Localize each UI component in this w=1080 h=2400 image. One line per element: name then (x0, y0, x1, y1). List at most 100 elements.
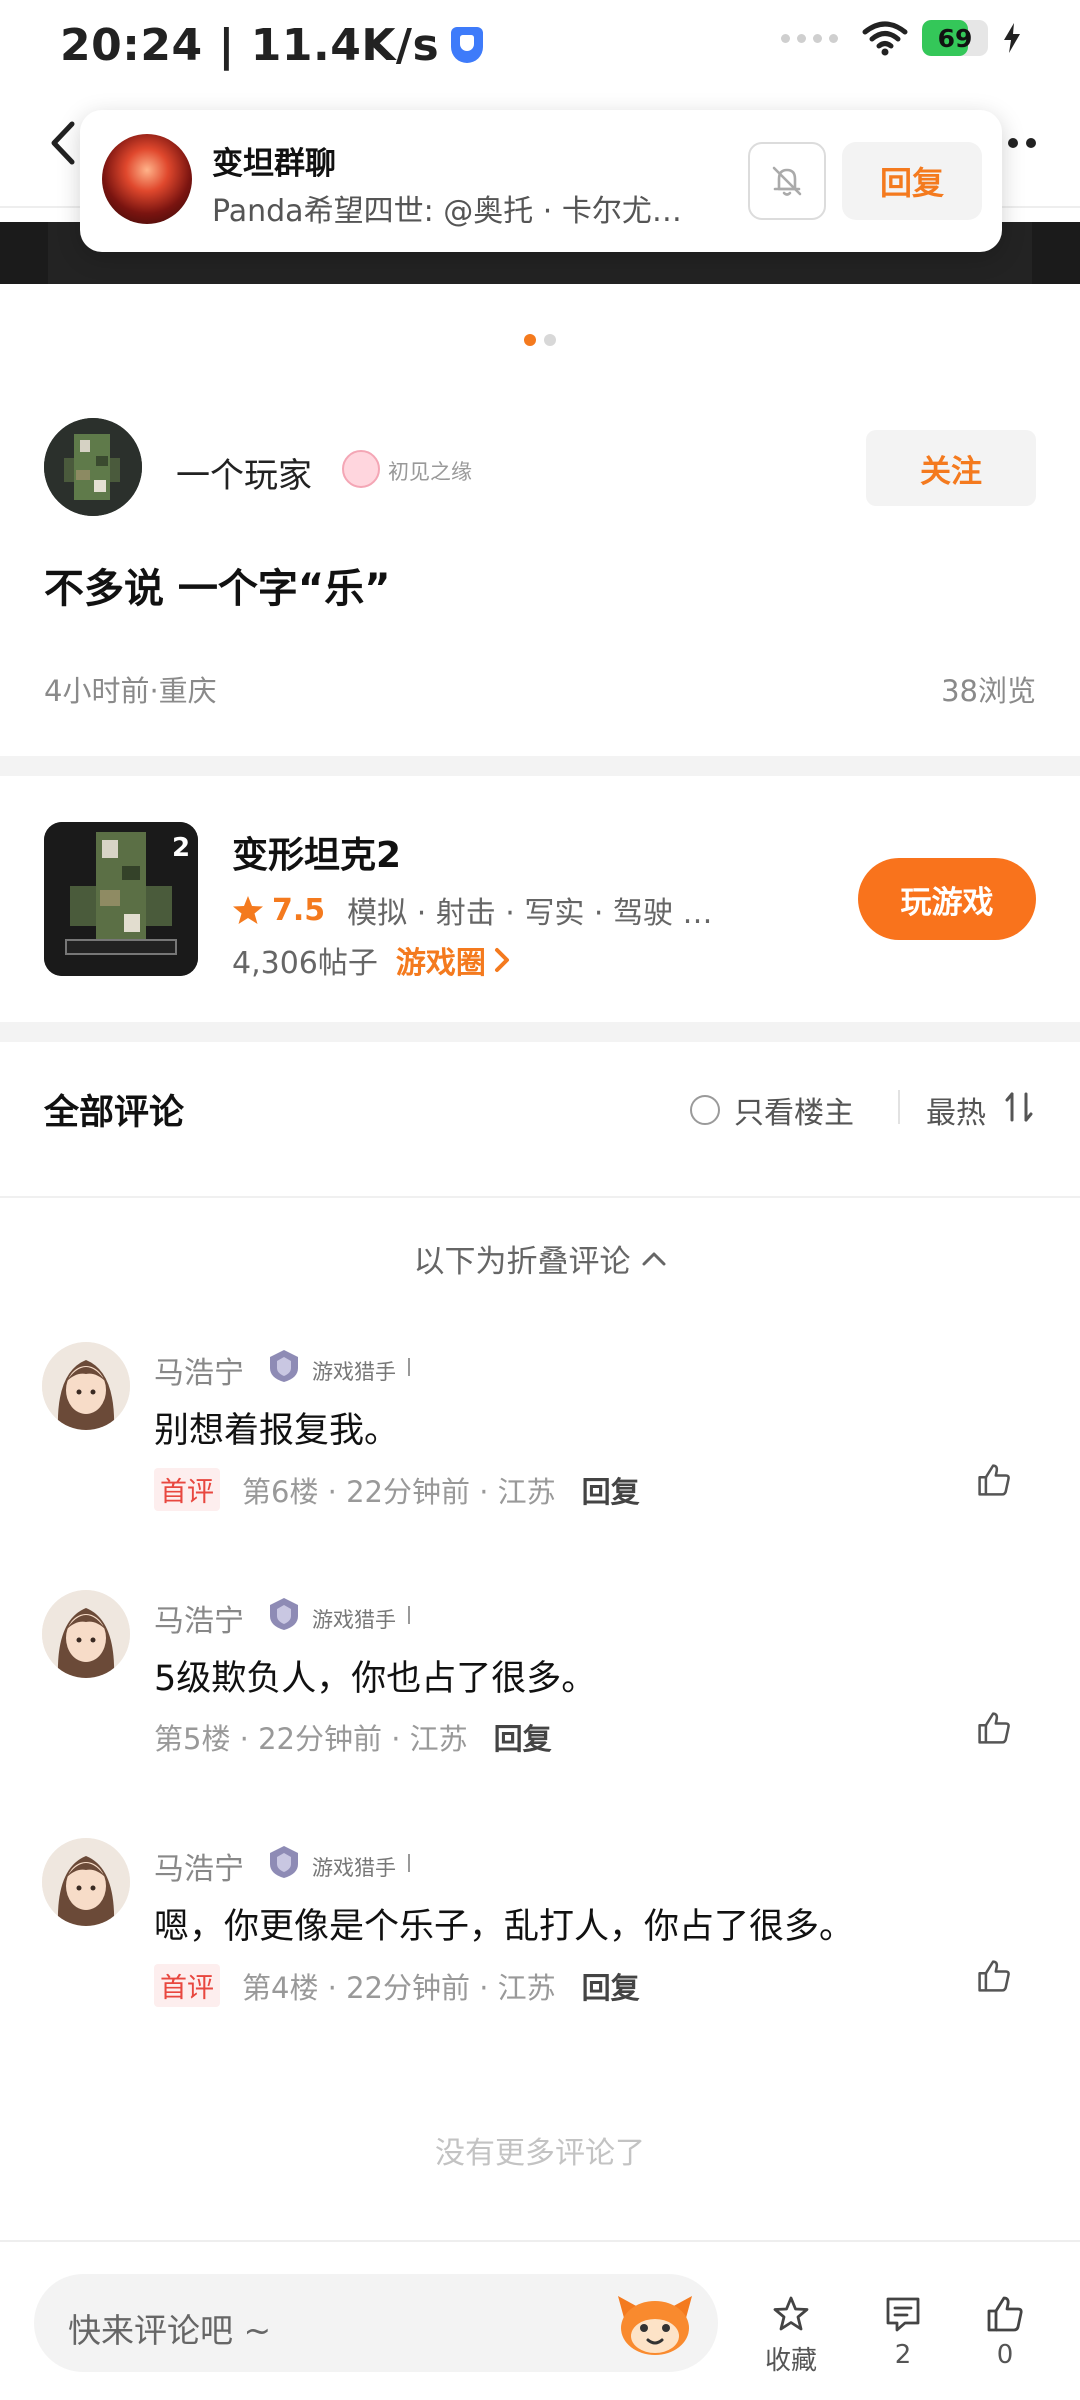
status-time: 20:24 | 11.4K/s (60, 19, 440, 71)
game-icon[interactable]: 2 (44, 822, 198, 976)
author-avatar[interactable] (44, 418, 142, 516)
back-arrow-icon[interactable] (44, 118, 84, 168)
only-op-toggle[interactable]: 只看楼主 (690, 1088, 854, 1132)
battery-level: 69 (937, 23, 973, 53)
wifi-icon (862, 21, 908, 56)
comment-meta: 第6楼 · 22分钟前 · 江苏 (242, 1474, 556, 1509)
play-game-button[interactable]: 玩游戏 (858, 858, 1036, 940)
carousel-indicator (0, 334, 1080, 346)
sort-icon[interactable] (1004, 1090, 1036, 1124)
comment-input-placeholder: 快来评论吧 ~ (68, 2311, 272, 2350)
star-icon (233, 896, 263, 924)
comment-meta-row: 首评 第6楼 · 22分钟前 · 江苏 回复 (154, 1468, 640, 1511)
status-bar: 20:24 | 11.4K/s 69 (0, 0, 1080, 90)
group-avatar (102, 134, 192, 224)
game-circle-link[interactable]: 游戏圈 (396, 938, 486, 982)
group-chat-notification[interactable]: 变坦群聊 Panda希望四世: @奥托 · 卡尔尤… 回复 (80, 110, 1002, 252)
game-name[interactable]: 变形坦克2 (232, 826, 401, 878)
game-rating-row: 7.5 模拟 · 射击 · 写实 · 驾驶 … (232, 888, 787, 932)
anime-avatar-image (42, 1590, 130, 1678)
comment-meta: 第5楼 · 22分钟前 · 江苏 (154, 1722, 468, 1756)
first-comment-tag: 首评 (154, 1468, 220, 1511)
game-tags: 模拟 · 射击 · 写实 · 驾驶 … (347, 896, 713, 931)
game-posts-row: 4,306帖子 游戏圈 (232, 938, 512, 982)
like-count: 0 (996, 2340, 1014, 2370)
comment-meta: 第4楼 · 22分钟前 · 江苏 (242, 1970, 556, 2005)
comment-item[interactable]: 马浩宁 游戏猎手 5级欺负人，你也占了很多。 第5楼 · 22分钟前 · 江苏 回复 (0, 1590, 1080, 1810)
commenter-badge: 游戏猎手 (312, 1608, 396, 1632)
section-divider (0, 1022, 1080, 1042)
sort-option[interactable]: 最热 (926, 1088, 986, 1132)
favorite-button[interactable]: 收藏 (746, 2294, 836, 2377)
header-separator (898, 1090, 900, 1124)
camo-tank-avatar-image (44, 418, 142, 516)
comments-divider (0, 1196, 1080, 1198)
carousel-dot (544, 334, 556, 346)
hunter-badge-icon (270, 1350, 298, 1382)
commenter-avatar[interactable] (42, 1342, 130, 1430)
comments-title: 全部评论 (44, 1093, 185, 1133)
notification-title: 变坦群聊 (212, 146, 336, 182)
comment-text: 嗯，你更像是个乐子，乱打人，你占了很多。 (154, 1907, 855, 1947)
thumbs-up-icon (987, 2296, 1023, 2332)
comment-count-button[interactable]: 2 (858, 2294, 948, 2370)
comment-icon (886, 2297, 920, 2332)
charging-icon (1004, 23, 1020, 53)
post-views: 38浏览 (941, 674, 1036, 708)
thumbs-up-icon[interactable] (976, 1958, 1012, 1994)
commenter-avatar[interactable] (42, 1590, 130, 1678)
commenter-name[interactable]: 马浩宁 (154, 1348, 244, 1392)
comment-reply-button[interactable]: 回复 (582, 1965, 640, 2007)
anime-avatar-image (42, 1342, 130, 1430)
game-cover-image: 2 (44, 822, 198, 976)
comment-reply-button[interactable]: 回复 (494, 1716, 552, 1758)
section-divider (0, 756, 1080, 776)
favorite-label: 收藏 (764, 2346, 817, 2376)
notification-reply-button[interactable]: 回复 (842, 142, 982, 220)
carousel-dot-active (524, 334, 536, 346)
comment-meta-row: 首评 第4楼 · 22分钟前 · 江苏 回复 (154, 1964, 640, 2007)
bottom-action-bar: 快来评论吧 ~ 收藏 2 0 (0, 2240, 1080, 2400)
game-post-count: 4,306帖子 (232, 946, 378, 981)
hunter-badge-icon (270, 1598, 298, 1630)
author-name[interactable]: 一个玩家 (176, 448, 312, 497)
commenter-name[interactable]: 马浩宁 (154, 1844, 244, 1888)
comment-meta-row: 第5楼 · 22分钟前 · 江苏 回复 (154, 1716, 552, 1758)
only-op-label: 只看楼主 (734, 1096, 854, 1131)
commenter-name[interactable]: 马浩宁 (154, 1596, 244, 1640)
comment-text: 别想着报复我。 (154, 1411, 400, 1451)
first-comment-tag: 首评 (154, 1964, 220, 2007)
bell-off-icon (772, 166, 802, 196)
like-button[interactable]: 0 (960, 2294, 1050, 2370)
post-meta: 4小时前·重庆 (44, 674, 217, 708)
comment-item[interactable]: 马浩宁 游戏猎手 别想着报复我。 首评 第6楼 · 22分钟前 · 江苏 回复 (0, 1342, 1080, 1562)
thumbs-up-icon[interactable] (976, 1462, 1012, 1498)
svg-text:2: 2 (172, 833, 190, 863)
anime-avatar-image (42, 1838, 130, 1926)
star-outline-icon (773, 2296, 809, 2331)
comment-input[interactable]: 快来评论吧 ~ (34, 2274, 718, 2372)
chevron-up-icon (642, 1252, 665, 1265)
chevron-right-icon (494, 948, 509, 972)
notification-message: Panda希望四世: @奥托 · 卡尔尤… (212, 194, 682, 229)
commenter-avatar[interactable] (42, 1838, 130, 1926)
comment-text: 5级欺负人，你也占了很多。 (154, 1659, 597, 1699)
folded-comments-label: 以下为折叠评论 (413, 1244, 631, 1280)
follow-button[interactable]: 关注 (866, 430, 1036, 506)
no-more-comments: 没有更多评论了 (435, 2136, 645, 2171)
badge-separator (408, 1854, 410, 1872)
comment-reply-button[interactable]: 回复 (582, 1469, 640, 1511)
shield-icon (451, 27, 484, 63)
badge-separator (408, 1358, 410, 1376)
mute-button[interactable] (748, 142, 826, 220)
battery-indicator: 69 (922, 20, 988, 56)
game-rating: 7.5 (272, 892, 326, 928)
folded-comments-toggle[interactable]: 以下为折叠评论 (0, 1236, 1080, 1281)
comment-item[interactable]: 马浩宁 游戏猎手 嗯，你更像是个乐子，乱打人，你占了很多。 首评 第4楼 · 22分钟前… (0, 1838, 1080, 2058)
mascot-icon (618, 2296, 692, 2355)
post-title: 不多说 一个字“乐” (44, 566, 391, 612)
thumbs-up-icon[interactable] (976, 1710, 1012, 1746)
commenter-badge: 游戏猎手 (312, 1360, 396, 1384)
radio-icon[interactable] (690, 1095, 720, 1125)
hunter-badge-icon (270, 1846, 298, 1878)
